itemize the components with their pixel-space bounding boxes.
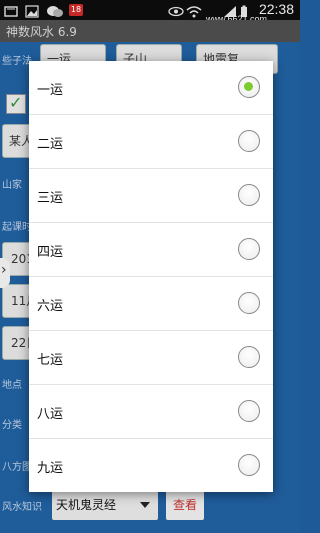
option-label: 一运	[37, 83, 64, 98]
chevron-down-icon	[140, 502, 150, 508]
radio-icon[interactable]	[238, 130, 260, 152]
option-label: 九运	[37, 461, 64, 476]
option-label: 七运	[37, 353, 64, 368]
app-title-bar: 神数风水 6.9	[0, 20, 300, 42]
notification-icon	[4, 3, 18, 17]
side-drawer-handle[interactable]	[0, 258, 10, 288]
option-label: 四运	[37, 245, 64, 260]
eye-icon	[168, 3, 184, 17]
option-yun-2[interactable]: 二运	[29, 115, 273, 169]
bg-label-shanjia: 山家	[2, 180, 22, 191]
option-label: 二运	[37, 137, 64, 152]
bg-label-row1: 些子法	[2, 56, 32, 67]
status-bar: 18 www.6621.com 22:38	[0, 0, 300, 24]
bg-label-qigua: 起课时	[2, 222, 32, 233]
bg-checkbox	[6, 93, 26, 114]
radio-icon[interactable]	[238, 346, 260, 368]
radio-selected-icon[interactable]	[238, 76, 260, 98]
bg-label-bafang: 八方图	[2, 462, 32, 473]
bg-label-fengshui: 风水知识	[2, 502, 42, 513]
option-yun-3[interactable]: 三运	[29, 169, 273, 223]
option-yun-1[interactable]: 一运	[29, 61, 273, 115]
option-yun-8[interactable]: 八运	[29, 385, 273, 439]
radio-icon[interactable]	[238, 238, 260, 260]
option-yun-6[interactable]: 六运	[29, 277, 273, 331]
radio-dot	[244, 82, 253, 91]
option-yun-4[interactable]: 四运	[29, 223, 273, 277]
option-label: 八运	[37, 407, 64, 422]
option-label: 三运	[37, 191, 64, 206]
radio-icon[interactable]	[238, 454, 260, 476]
yun-select-dialog: 一运 二运 三运 四运 六运 七运 八运 九运	[29, 61, 273, 492]
gallery-icon	[25, 3, 39, 18]
bg-spinner-knowledge-value: 天机鬼灵经	[56, 498, 117, 512]
bg-label-place: 地点	[2, 380, 22, 391]
option-label: 六运	[37, 299, 64, 314]
option-yun-7[interactable]: 七运	[29, 331, 273, 385]
option-yun-9[interactable]: 九运	[29, 439, 273, 493]
bg-spinner-knowledge: 天机鬼灵经	[52, 490, 158, 520]
bg-label-category: 分类	[2, 420, 22, 431]
radio-icon[interactable]	[238, 400, 260, 422]
app-title: 神数风水 6.9	[6, 25, 77, 39]
bg-query-button: 查看	[166, 490, 204, 520]
wechat-icon	[47, 3, 63, 17]
battery-badge: 18	[69, 4, 83, 16]
radio-icon[interactable]	[238, 184, 260, 206]
status-time: 22:38	[258, 1, 294, 17]
wifi-icon	[186, 3, 202, 18]
radio-icon[interactable]	[238, 292, 260, 314]
